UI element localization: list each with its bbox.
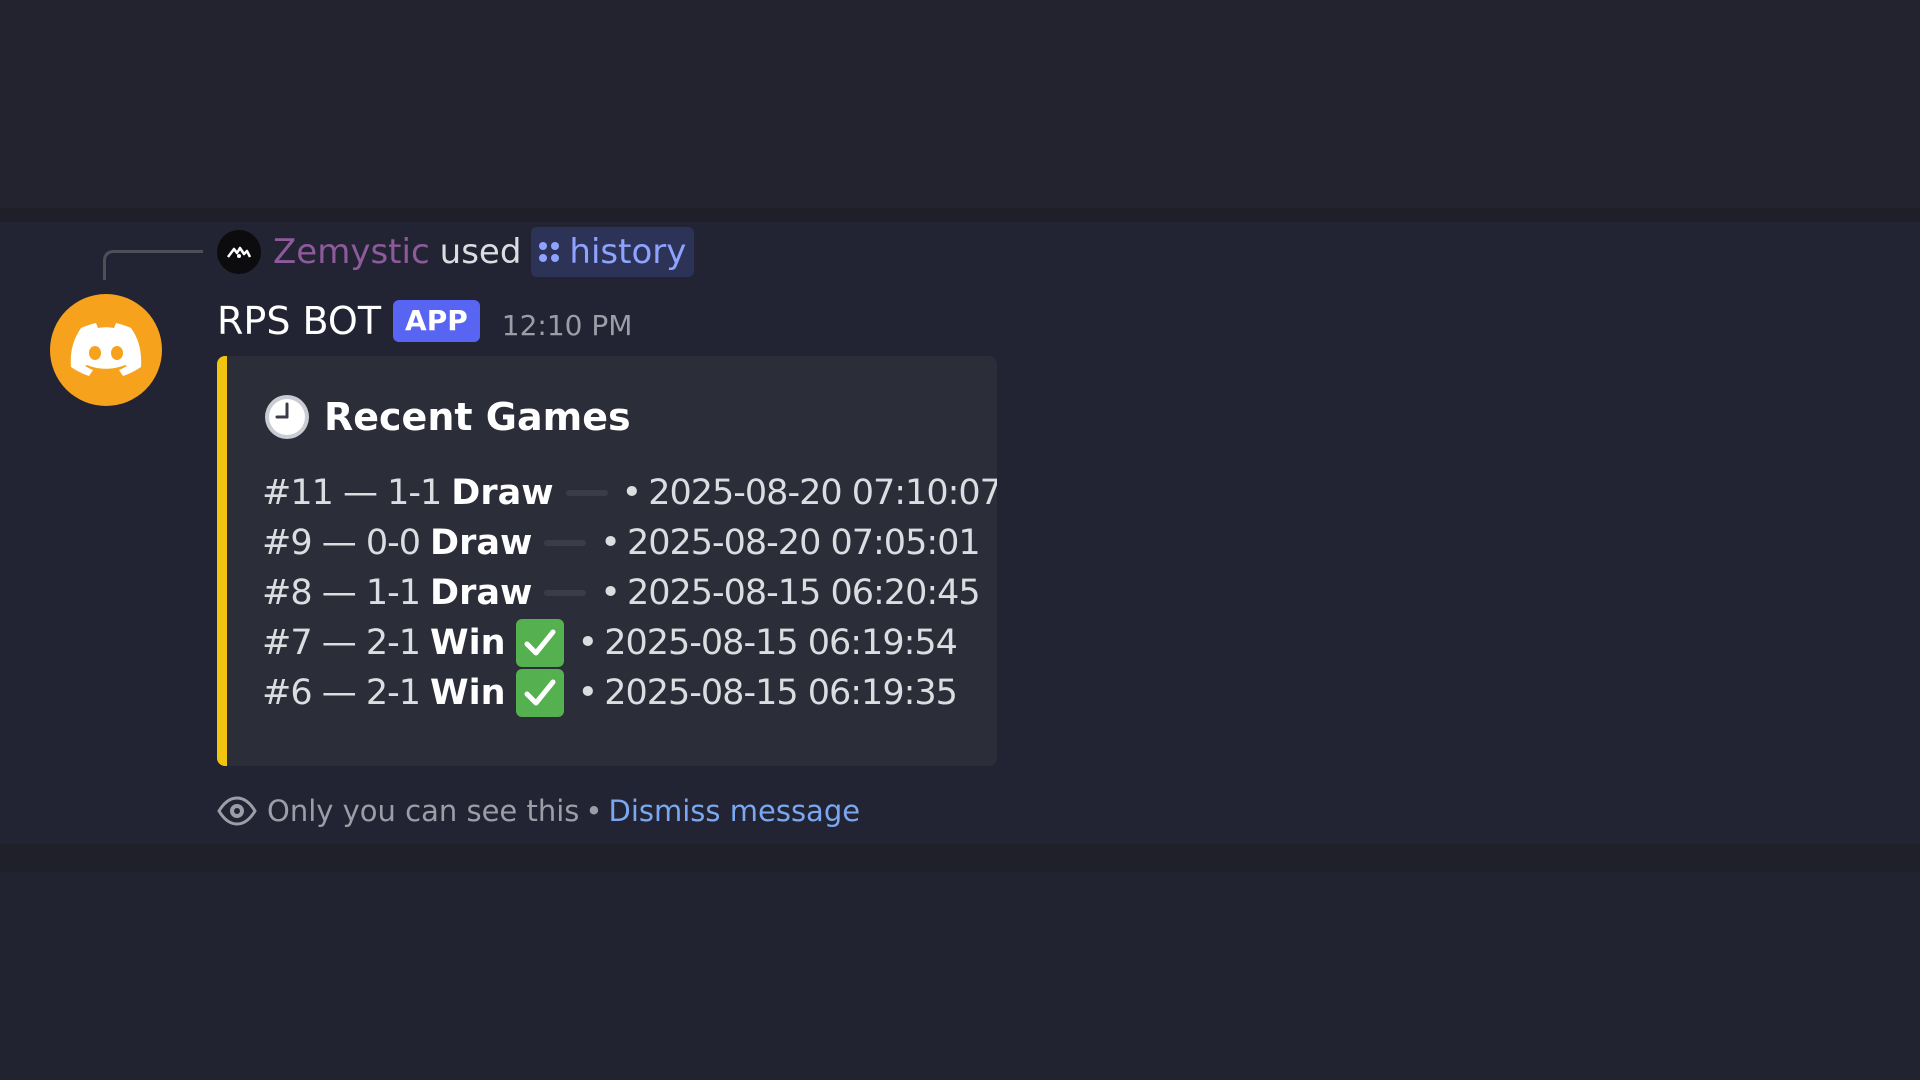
bullet-separator: •: [577, 623, 599, 663]
game-score: #9 — 0-0: [262, 523, 421, 563]
game-result: Win: [430, 623, 506, 663]
bullet-separator: •: [577, 673, 599, 713]
check-mark-icon: [515, 669, 564, 717]
game-result: Draw: [430, 523, 533, 563]
discord-logo-icon: [70, 323, 142, 376]
used-label: used: [439, 232, 522, 272]
game-row: #8 — 1-1 Draw • 2025-08-15 06:20:45: [262, 568, 997, 618]
command-chip[interactable]: history: [531, 227, 695, 277]
bot-avatar[interactable]: [50, 294, 162, 406]
game-row: #7 — 2-1 Win • 2025-08-15 06:19:54: [262, 618, 997, 668]
game-row: #9 — 0-0 Draw • 2025-08-20 07:05:01: [262, 518, 997, 568]
app-badge: APP: [393, 300, 480, 342]
game-date: 2025-08-15 06:19:35: [604, 673, 958, 713]
game-list: #11 — 1-1 Draw • 2025-08-20 07:10:07 #9 — 0-…: [262, 468, 997, 718]
user-name[interactable]: Zemystic: [273, 232, 430, 272]
separator: •: [585, 794, 603, 828]
message-timestamp[interactable]: 12:10 PM: [502, 309, 633, 342]
command-invocation: Zemystic used history: [217, 227, 695, 277]
bullet-separator: •: [600, 523, 621, 563]
game-result: Draw: [451, 473, 554, 513]
command-name: history: [569, 232, 687, 272]
draw-mark-icon: [565, 490, 608, 496]
message-header: RPS BOT APP 12:10 PM: [217, 294, 632, 348]
game-result: Draw: [430, 573, 533, 613]
embed-accent-bar: [217, 356, 227, 766]
message-divider: [0, 208, 1920, 222]
game-result: Win: [430, 673, 506, 713]
game-row: #6 — 2-1 Win • 2025-08-15 06:19:35: [262, 668, 997, 718]
game-row: #11 — 1-1 Draw • 2025-08-20 07:10:07: [262, 468, 997, 518]
author-name[interactable]: RPS BOT: [217, 299, 381, 343]
previous-message-area: [0, 0, 1920, 208]
user-avatar[interactable]: [217, 230, 261, 274]
next-message-area: [0, 872, 1920, 1080]
reply-connector: [103, 250, 203, 280]
ephemeral-text: Only you can see this: [267, 794, 580, 828]
game-score: #7 — 2-1: [262, 623, 421, 663]
game-date: 2025-08-20 07:10:07: [648, 473, 997, 513]
discord-chat-view: Zemystic used history RPS BOT APP 12:10 …: [0, 0, 1920, 1080]
bullet-separator: •: [600, 573, 621, 613]
message-divider: [0, 844, 1920, 872]
game-score: #11 — 1-1: [262, 473, 442, 513]
game-date: 2025-08-15 06:19:54: [604, 623, 958, 663]
ephemeral-notice: Only you can see this • Dismiss message: [217, 790, 860, 832]
eye-icon: [217, 795, 257, 827]
game-score: #8 — 1-1: [262, 573, 421, 613]
bullet-separator: •: [621, 473, 643, 513]
clock-icon: [262, 392, 312, 442]
embed-card: Recent Games #11 — 1-1 Draw • 2025-08-20 07…: [217, 356, 997, 766]
draw-mark-icon: [544, 540, 587, 546]
embed-title: Recent Games: [262, 392, 631, 442]
check-mark-icon: [515, 619, 564, 667]
game-score: #6 — 2-1: [262, 673, 421, 713]
game-date: 2025-08-15 06:20:45: [626, 573, 981, 613]
app-command-icon: [537, 240, 561, 264]
embed-title-text: Recent Games: [324, 395, 631, 439]
draw-mark-icon: [544, 590, 587, 596]
dismiss-message-link[interactable]: Dismiss message: [609, 794, 861, 828]
game-date: 2025-08-20 07:05:01: [626, 523, 981, 563]
